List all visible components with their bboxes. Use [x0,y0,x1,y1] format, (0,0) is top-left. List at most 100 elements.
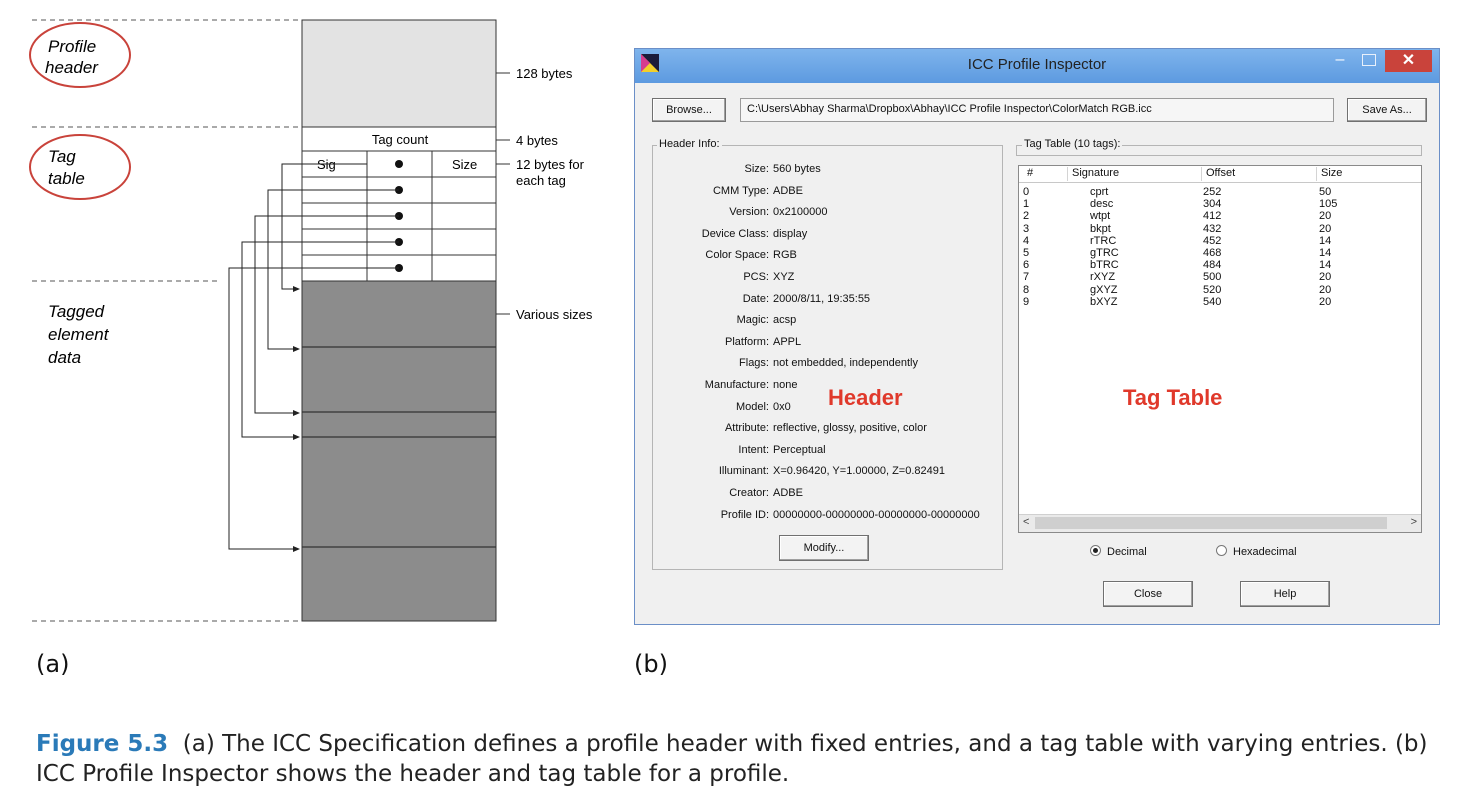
header-field-label: Flags: [739,357,769,370]
table-row[interactable]: 7 rXYZ 500 20 [1019,271,1421,283]
header-row: Illuminant: X=0.96420, Y=1.00000, Z=0.824… [652,465,945,477]
save-as-button[interactable]: Save As... [1347,98,1427,122]
table-row[interactable]: 0 cprt 252 50 [1019,186,1421,198]
table-cell: 540 [1203,295,1222,308]
header-field-label: Manufacture: [704,379,769,391]
close-button[interactable]: Close [1103,581,1193,607]
table-cell: wtpt [1090,210,1111,223]
horizontal-scrollbar[interactable]: < > [1019,514,1421,532]
table-cell: 468 [1203,247,1222,259]
header-field-value: RGB [773,249,797,262]
table-cell: 500 [1203,271,1222,284]
table-row[interactable]: 3 bkpt 432 20 [1019,223,1421,235]
table-cell: 5 [1023,247,1030,259]
header-row: Attribute: reflective, glossy, positive, … [652,422,927,434]
scroll-thumb[interactable] [1035,517,1387,529]
header-callout: Header [828,385,903,410]
table-row[interactable]: 6 bTRC 484 14 [1019,259,1421,271]
header-field-label: PCS: [743,271,769,283]
count-bytes-label: 4 bytes [516,133,558,148]
table-cell: 50 [1319,186,1332,198]
title-bar[interactable]: ICC Profile Inspector – ✕ [635,49,1439,83]
header-field-value: XYZ [773,271,795,283]
table-cell: 4 [1023,234,1030,247]
tagged-data-label-2: element [48,325,110,344]
table-cell: 20 [1319,271,1332,284]
table-cell: gTRC [1090,247,1119,259]
col-offset[interactable]: Offset [1201,167,1235,181]
table-cell: 304 [1203,198,1222,211]
header-fields: Size: 560 bytes CMM Type: ADBE Version: 0x210… [652,163,1002,523]
table-cell: 1 [1023,198,1030,211]
header-field-label: Device Class: [701,227,769,240]
header-field-label: Illuminant: [718,465,769,478]
hexadecimal-radio[interactable]: Hexadecimal [1216,545,1297,558]
table-cell: rTRC [1090,234,1117,247]
table-row[interactable]: 9 bXYZ 540 20 [1019,296,1421,308]
header-field-label: Date: [742,292,769,305]
col-size[interactable]: Size [1316,167,1342,181]
tagged-data-label-3: data [48,348,81,367]
header-field-value: not embedded, independently [773,357,918,370]
table-cell: 8 [1023,283,1030,296]
table-cell: 520 [1203,283,1222,296]
profile-header-block [301,19,497,128]
header-field-value: ADBE [773,184,803,197]
header-field-label: Magic: [736,314,769,327]
window-title: ICC Profile Inspector [967,56,1107,73]
table-cell: 0 [1023,186,1030,198]
table-row[interactable]: 5 gTRC 468 14 [1019,247,1421,259]
header-field-value: Perceptual [773,443,826,456]
panel-label-b: (b) [634,650,668,678]
header-field-label: Size: [744,163,769,175]
icc-inspector-window: ICC Profile Inspector – ✕ Browse... C:\U… [634,48,1440,625]
col-signature[interactable]: Signature [1067,167,1119,181]
header-field-value: X=0.96420, Y=1.00000, Z=0.82491 [773,465,945,478]
table-row[interactable]: 2 wtpt 412 20 [1019,210,1421,222]
size-label: Size [452,157,477,172]
header-row: CMM Type: ADBE [652,185,803,197]
table-row[interactable]: 1 desc 304 105 [1019,198,1421,210]
tagged-element-data-block [301,280,497,622]
table-cell: desc [1090,198,1114,211]
header-field-label: CMM Type: [712,184,769,197]
radio-selected-icon [1090,545,1101,556]
profile-header-label-1: Profile [48,37,96,56]
col-index[interactable]: # [1023,167,1033,181]
maximize-icon[interactable] [1362,54,1376,66]
table-cell: bTRC [1090,259,1119,272]
header-field-value: 0x0 [773,400,791,413]
tag-table-header: # Signature Offset Size [1019,166,1421,183]
file-path-field[interactable]: C:\Users\Abhay Sharma\Dropbox\Abhay\ICC … [740,98,1334,122]
table-cell: cprt [1090,186,1109,198]
close-window-icon[interactable]: ✕ [1385,50,1432,72]
header-row: Creator: ADBE [652,487,803,499]
tag-table-label: Tag Table (10 tags): [1022,138,1123,150]
table-row[interactable]: 8 gXYZ 520 20 [1019,284,1421,296]
header-info-label: Header Info: [657,138,722,150]
scroll-left-icon[interactable]: < [1023,516,1029,528]
modify-button[interactable]: Modify... [779,535,869,561]
browse-button[interactable]: Browse... [652,98,726,122]
header-field-value: display [773,227,808,240]
header-row: PCS: XYZ [652,271,794,283]
table-cell: 2 [1023,210,1030,223]
figure-caption: Figure 5.3 (a) The ICC Specification def… [36,729,1436,789]
table-cell: 6 [1023,259,1030,272]
tag-table-label-2: table [48,169,85,188]
help-button[interactable]: Help [1240,581,1330,607]
header-field-value: APPL [773,335,802,348]
tag-table-list[interactable]: # Signature Offset Size 0 cprt 252 50 1 desc 3… [1018,165,1422,533]
tag-table-callout: Tag Table [1123,385,1223,410]
minimize-icon[interactable]: – [1332,52,1348,70]
header-field-value: 2000/8/11, 19:35:55 [773,292,871,305]
tag-bytes-label-1: 12 bytes for [516,157,585,172]
scroll-right-icon[interactable]: > [1411,516,1417,528]
decimal-radio[interactable]: Decimal [1090,545,1147,558]
various-sizes-label: Various sizes [516,307,593,322]
header-field-label: Attribute: [724,422,769,435]
header-row: Flags: not embedded, independently [652,357,918,369]
table-row[interactable]: 4 rTRC 452 14 [1019,235,1421,247]
header-row: Date: 2000/8/11, 19:35:55 [652,293,870,305]
header-field-value: none [773,379,798,391]
